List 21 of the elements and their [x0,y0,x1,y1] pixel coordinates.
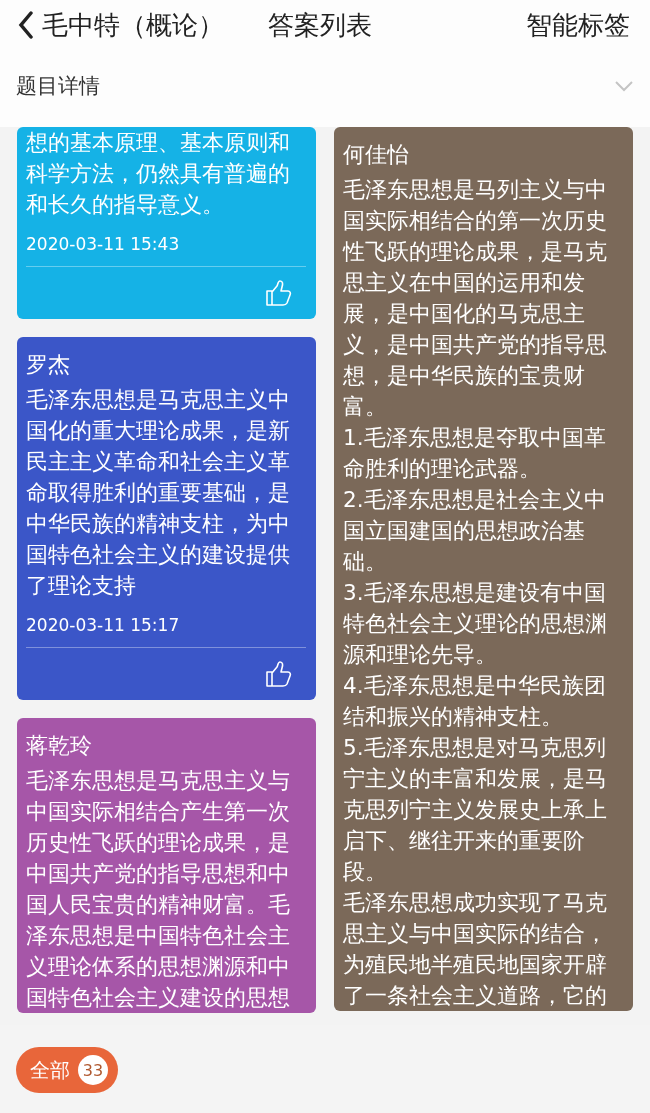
all-filter-button[interactable]: 全部 33 [16,1047,118,1093]
answer-text: 毛泽东思想是马克思主义与中国实际相结合产生第一次历史性飞跃的理论成果，是中国共产党的指导思想和中国人民宝贵的精神财富。毛泽东思想是中国特色社会主义理论体系的思想渊源和中国特色社会主义建设的思想 [26,767,291,1012]
answer-text: 2.毛泽东思想是社会主义中国立国建国的思想政治基础。 [343,486,607,576]
answer-text: 想的基本原理、基本原则和科学方法，仍然具有普遍的和长久的指导意义。 [26,129,291,219]
answer-text: 3.毛泽东思想是建设有中国特色社会主义理论的思想渊源和理论先导。 [343,579,608,669]
answer-text: 5.毛泽东思想是对马克思列宁主义的丰富和发展，是马克思列宁主义发展史上承上启下、继往开来的重要阶段。 [343,734,608,886]
timestamp: 2020-03-11 15:43 [26,234,181,254]
answer-text: 毛泽东思想成功实现了马克思主义与中国实际的结合，为殖民地半殖民地国家开辟了一条社会主义道路，它的 [343,889,608,1010]
back-button[interactable]: 毛中特（概论） [18,7,224,43]
answer-text: 毛泽东思想是马克思主义中国化的重大理论成果，是新民主主义革命和社会主义革命取得胜利的重要基础，是中华民族的精神支柱，为中国特色社会主义的建设提供了理论支持 [26,386,291,600]
author-name: 罗杰 [26,351,71,379]
question-detail-label: 题目详情 [16,72,100,100]
author-name: 何佳怡 [343,141,410,169]
page-title: 答案列表 [268,8,372,42]
answer-text: 毛泽东思想是马列主义与中国实际相结合的第一次历史性飞跃的理论成果，是马克思主义在中国的运用和发展，是中国化的马克思主义，是中国共产党的指导思想，是中华民族的宝贵财富。 [343,176,608,421]
smart-tags-button[interactable]: 智能标签 [526,7,630,43]
answer-text: 1.毛泽东思想是夺取中国革命胜利的理论武器。 [343,424,607,483]
answer-text: 4.毛泽东思想是中华民族团结和振兴的精神支柱。 [343,672,607,731]
author-name: 蒋乾玲 [26,732,93,760]
timestamp: 2020-03-11 15:17 [26,615,181,635]
count-badge: 33 [78,1055,108,1085]
